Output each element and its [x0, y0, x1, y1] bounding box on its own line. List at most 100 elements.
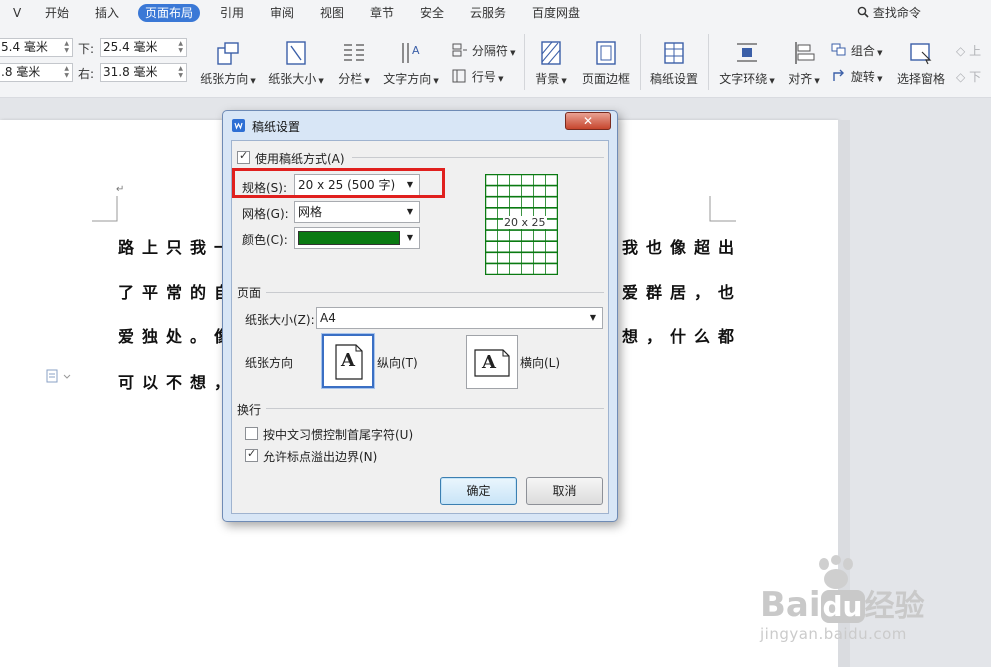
text-direction-label: 文字方向	[383, 72, 432, 86]
text-wrap-icon	[737, 43, 757, 62]
background-icon	[541, 41, 561, 65]
separator-button[interactable]: 分隔符 ▼	[452, 42, 515, 59]
menu-cloud[interactable]: 云服务	[463, 4, 513, 22]
color-select[interactable]: ▼	[294, 227, 420, 249]
left-margin-value: .8 毫米	[1, 65, 41, 79]
menu-review[interactable]: 审阅	[263, 4, 301, 22]
orientation-icon	[217, 42, 239, 65]
send-backward-label: 下	[969, 70, 982, 84]
send-backward-button[interactable]: ◇ 下	[956, 68, 981, 85]
menu-home[interactable]: 开始	[38, 4, 76, 22]
paper-size-select[interactable]: A4 ▼	[316, 307, 603, 329]
layer-up-icon: ◇	[956, 44, 966, 58]
bottom-margin-label: 下:	[78, 42, 95, 56]
paragraph-mark-icon: ↵	[116, 184, 125, 195]
menu-security[interactable]: 安全	[413, 4, 451, 22]
ribbon-divider	[524, 34, 525, 90]
landscape-label: 横向(L)	[520, 356, 561, 370]
ok-button[interactable]: 确定	[440, 477, 517, 505]
bottom-margin-field[interactable]: 25.4 毫米 ▲ ▼	[100, 38, 187, 57]
spin-arrows-icon[interactable]: ▲ ▼	[64, 65, 69, 79]
left-margin-field[interactable]: .8 毫米 ▲ ▼	[0, 63, 73, 82]
align-icon	[795, 42, 815, 64]
page-border-label: 页面边框	[581, 72, 630, 86]
body-line-3-right: 想，什么都	[622, 327, 743, 346]
collapse-menu-icon[interactable]: ᐯ	[6, 4, 28, 22]
watermark-brand-right: 经验	[864, 589, 925, 624]
ribbon-divider	[640, 34, 641, 90]
right-margin-value: 31.8 毫米	[103, 65, 158, 79]
columns-label: 分栏	[338, 72, 363, 86]
cancel-button[interactable]: 取消	[526, 477, 603, 505]
cjk-control-label: 按中文习惯控制首尾字符(U)	[263, 428, 414, 442]
orientation-field-label: 纸张方向	[245, 356, 294, 370]
spin-arrows-icon[interactable]: ▲ ▼	[178, 65, 183, 79]
cjk-control-checkbox[interactable]	[245, 427, 258, 440]
selection-pane-button[interactable]: 选择窗格	[895, 40, 947, 87]
portrait-option[interactable]: A	[322, 334, 374, 388]
landscape-option[interactable]: A	[466, 335, 518, 389]
orientation-label: 纸张方向	[200, 72, 249, 86]
chevron-down-icon: ▼	[406, 207, 413, 216]
menu-bar: ᐯ 开始 插入 页面布局 引用 审阅 视图 章节 安全 云服务 百度网盘 查找命…	[0, 0, 991, 26]
section-divider	[352, 157, 604, 158]
portrait-label: 纵向(T)	[377, 356, 418, 370]
line-number-label: 行号	[471, 70, 496, 84]
paper-size-value: A4	[320, 311, 336, 325]
top-margin-value: 5.4 毫米	[1, 40, 48, 54]
orientation-button[interactable]: 纸张方向 ▼	[198, 40, 258, 87]
paper-size-field-label: 纸张大小(Z):	[245, 313, 315, 327]
paper-size-button[interactable]: 纸张大小 ▼	[266, 40, 326, 87]
highlight-box	[232, 168, 445, 198]
align-button[interactable]: 对齐 ▼	[786, 40, 822, 87]
columns-button[interactable]: 分栏 ▼	[334, 40, 374, 87]
menu-baidu-disk[interactable]: 百度网盘	[525, 4, 587, 22]
dialog-title-bar[interactable]: 稿纸设置 ✕	[223, 111, 617, 139]
align-label: 对齐	[788, 72, 813, 86]
selection-pane-icon	[910, 43, 932, 65]
grid-select[interactable]: 网格 ▼	[294, 201, 420, 223]
ribbon-divider	[708, 34, 709, 90]
rotate-button[interactable]: 旋转 ▼	[831, 68, 882, 85]
separator-label: 分隔符	[471, 44, 508, 58]
search-command[interactable]: 查找命令	[850, 4, 928, 22]
right-margin-field[interactable]: 31.8 毫米 ▲ ▼	[100, 63, 187, 82]
text-wrap-button[interactable]: 文字环绕 ▼	[716, 40, 778, 87]
use-manuscript-checkbox[interactable]	[237, 149, 250, 164]
top-margin-field[interactable]: 5.4 毫米 ▲ ▼	[0, 38, 73, 57]
wrap-section-label: 换行	[237, 403, 262, 417]
grid-value: 网格	[298, 205, 323, 219]
menu-page-layout[interactable]: 页面布局	[138, 4, 201, 22]
menu-reference[interactable]: 引用	[213, 4, 251, 22]
menu-view[interactable]: 视图	[313, 4, 351, 22]
group-button[interactable]: 组合 ▼	[831, 42, 882, 59]
close-button[interactable]: ✕	[565, 112, 611, 130]
text-direction-button[interactable]: A 文字方向 ▼	[380, 40, 442, 87]
page-border-icon	[596, 41, 616, 65]
preview-label: 20 x 25	[503, 216, 547, 229]
line-number-button[interactable]: 行号 ▼	[452, 68, 503, 85]
document-nav-icon[interactable]	[46, 369, 74, 383]
section-divider	[266, 292, 604, 293]
text-direction-icon: A	[402, 43, 420, 63]
color-label: 颜色(C):	[242, 233, 288, 247]
manuscript-settings-button[interactable]: 稿纸设置	[646, 40, 702, 87]
page-border-button[interactable]: 页面边框	[578, 40, 634, 87]
menu-section[interactable]: 章节	[363, 4, 401, 22]
spin-arrows-icon[interactable]: ▲ ▼	[64, 40, 69, 54]
menu-insert[interactable]: 插入	[88, 4, 126, 22]
baidu-jingyan-watermark: Baidu经验 jingyan.baidu.com	[760, 555, 985, 665]
columns-icon	[344, 44, 364, 61]
margin-corner-mark	[92, 196, 118, 222]
right-margin-label: 右:	[78, 67, 95, 81]
svg-text:A: A	[412, 44, 420, 57]
punct-overflow-checkbox[interactable]	[245, 447, 258, 462]
color-swatch	[298, 231, 400, 245]
background-button[interactable]: 背景 ▼	[533, 40, 569, 87]
margin-corner-mark	[709, 196, 736, 222]
bring-forward-button[interactable]: ◇ 上	[956, 42, 981, 59]
spin-arrows-icon[interactable]: ▲ ▼	[178, 40, 183, 54]
search-command-label: 查找命令	[872, 6, 921, 20]
paper-size-icon	[286, 41, 306, 65]
watermark-brand-left: Bai	[760, 585, 821, 625]
